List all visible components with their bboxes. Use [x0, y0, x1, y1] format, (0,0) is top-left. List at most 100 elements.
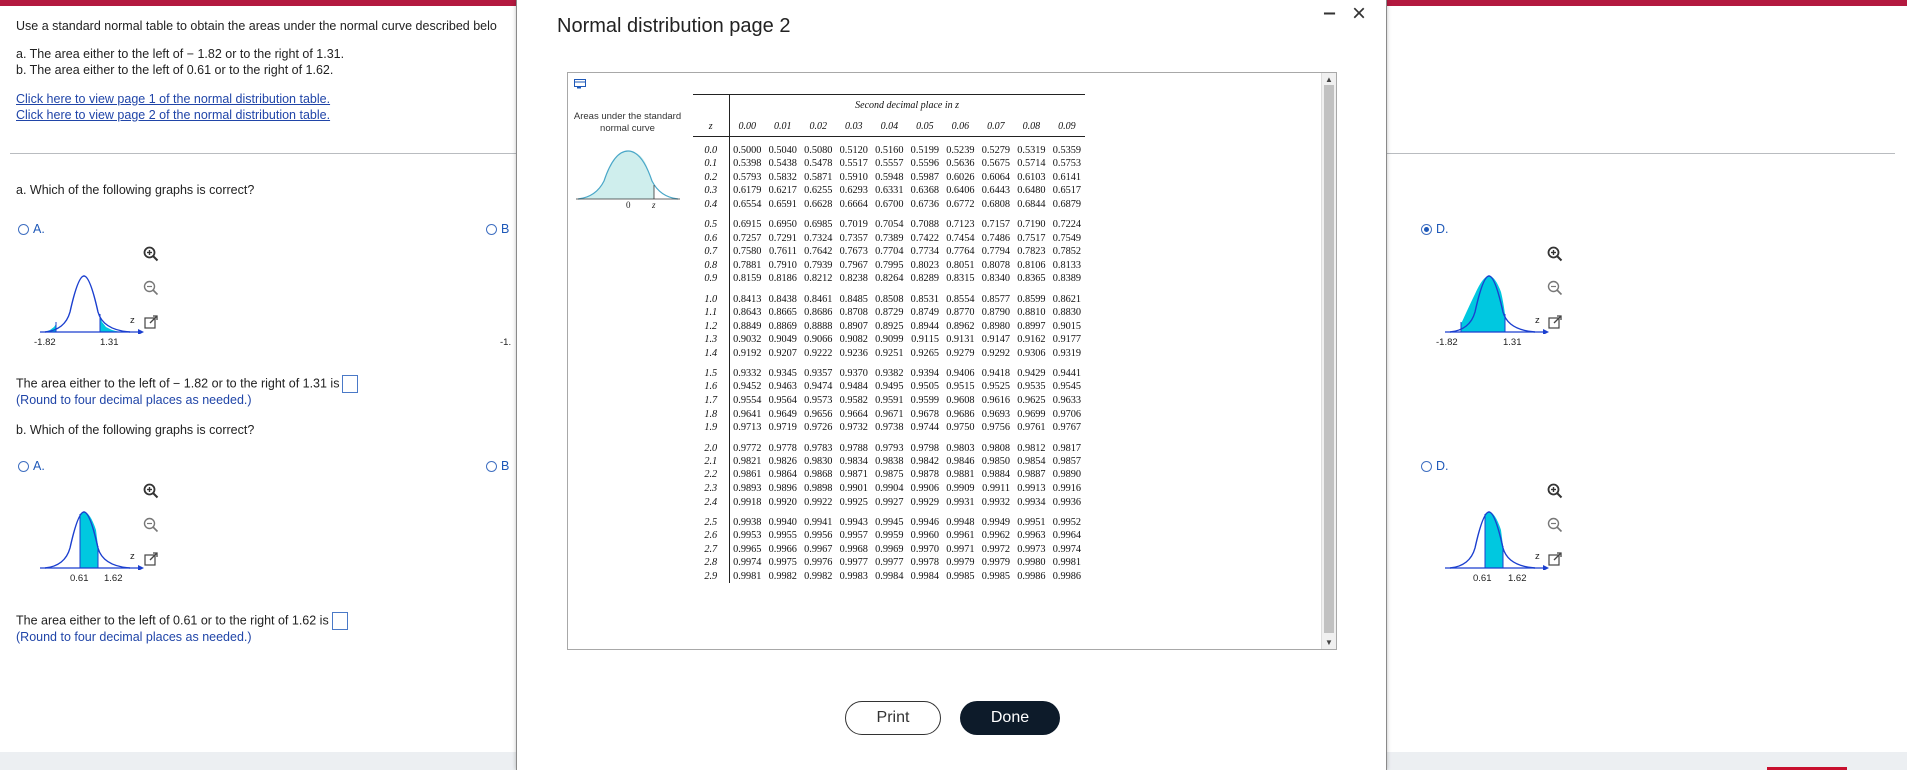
minimize-icon[interactable]: ‒ [1324, 2, 1335, 25]
option-b-radio-part-b[interactable]: B [486, 459, 509, 473]
table-cell: 0.9564 [768, 395, 797, 407]
table-cell: 0.9932 [981, 496, 1011, 508]
table-cell: 0.7389 [875, 232, 904, 244]
table-page1-link[interactable]: Click here to view page 1 of the normal … [16, 92, 330, 106]
graph-label-right: 1.31 [100, 337, 119, 348]
part-b-answer-input[interactable] [331, 612, 348, 630]
external-link-icon[interactable] [1544, 548, 1566, 570]
table-row: 1.3 0.9032 0.9049 0.9066 0.9082 0.9099 0.9115 0… [693, 332, 1085, 347]
scroll-up-icon[interactable]: ▲ [1325, 75, 1333, 84]
graph-label-left: -1.82 [34, 337, 56, 348]
table-cell: 0.8810 [1017, 307, 1046, 319]
zoom-out-icon[interactable] [140, 514, 162, 536]
table-cell: 0.6217 [768, 185, 797, 197]
radio-circle[interactable] [18, 223, 29, 235]
z-value-cell: 0.6 [693, 231, 730, 245]
z-value-cell: 0.4 [693, 197, 730, 212]
table-cell: 0.9406 [946, 368, 975, 380]
radio-circle[interactable] [486, 460, 497, 472]
table-cell: 0.9032 [733, 334, 762, 346]
table-page2-link[interactable]: Click here to view page 2 of the normal … [16, 108, 330, 122]
table-cell: 0.7123 [946, 219, 975, 231]
z-value-cell: 1.3 [693, 332, 730, 347]
zoom-out-icon[interactable] [1544, 514, 1566, 536]
print-button[interactable]: Print [845, 701, 941, 735]
table-cell: 0.9418 [981, 368, 1011, 380]
z-value-cell: 1.4 [693, 346, 730, 361]
external-link-icon[interactable] [1544, 311, 1566, 333]
zoom-in-icon[interactable] [1544, 243, 1566, 265]
z-value-cell: 1.8 [693, 407, 730, 421]
table-cell: 0.6517 [1052, 185, 1082, 197]
z-value-cell: 0.0 [693, 136, 730, 157]
table-row: 1.6 0.9452 0.9463 0.9474 0.9484 0.9495 0.9505 0… [693, 380, 1085, 394]
table-cell: 0.9948 [946, 516, 975, 528]
z-column-header: z [693, 116, 730, 137]
table-cell: 0.9934 [1017, 496, 1046, 508]
table-icon[interactable] [574, 79, 586, 89]
table-cell: 0.9929 [910, 496, 939, 508]
external-link-icon[interactable] [140, 548, 162, 570]
option-label: B [501, 222, 510, 236]
z-value-cell: 2.7 [693, 542, 730, 557]
z-value-cell: 0.7 [693, 244, 730, 259]
table-cell: 0.9927 [875, 496, 904, 508]
table-cell: 0.5120 [839, 145, 868, 156]
table-cell: 0.9719 [768, 422, 797, 434]
table-cell: 0.9983 [839, 570, 868, 582]
option-d-radio-part-a[interactable]: D. [1421, 222, 1449, 236]
table-row: 2.6 0.9953 0.9955 0.9956 0.9957 0.9959 0.9960 0… [693, 528, 1085, 543]
table-cell: 0.6026 [946, 171, 975, 183]
dialog-title: Normal distribution page 2 [557, 15, 791, 37]
table-cell: 0.9964 [1052, 530, 1082, 542]
zoom-in-icon[interactable] [140, 480, 162, 502]
table-cell: 0.6844 [1017, 199, 1046, 211]
radio-circle[interactable] [18, 460, 29, 472]
table-cell: 0.9332 [733, 368, 762, 380]
table-cell: 0.9693 [981, 408, 1011, 420]
table-row: 2.3 0.9893 0.9896 0.9898 0.9901 0.9904 0.9906 0… [693, 481, 1085, 496]
table-cell: 0.9495 [875, 381, 904, 393]
table-cell: 0.8643 [733, 307, 762, 319]
table-cell: 0.9956 [804, 530, 833, 542]
scroll-down-icon[interactable]: ▼ [1325, 638, 1333, 647]
table-cell: 0.9664 [839, 408, 868, 420]
table-cell: 0.9904 [875, 482, 904, 494]
table-cell: 0.9306 [1017, 347, 1046, 359]
table-cell: 0.8599 [1017, 293, 1046, 305]
z-value-cell: 0.2 [693, 170, 730, 185]
radio-circle-selected[interactable] [1421, 223, 1432, 235]
table-cell: 0.9817 [1052, 442, 1082, 454]
z-value-cell: 2.3 [693, 481, 730, 496]
table-cell: 0.9761 [1017, 422, 1046, 434]
table-cell: 0.9945 [875, 516, 904, 528]
option-a-radio-part-b[interactable]: A. [18, 459, 45, 473]
table-cell: 0.8508 [875, 293, 904, 305]
option-a-radio-part-a[interactable]: A. [18, 222, 45, 236]
radio-circle[interactable] [486, 223, 497, 235]
close-icon[interactable]: × [1352, 0, 1366, 28]
table-cell: 0.9192 [733, 347, 762, 359]
table-cell: 0.5793 [733, 171, 762, 183]
zoom-out-icon[interactable] [1544, 277, 1566, 299]
zoom-out-icon[interactable] [140, 277, 162, 299]
table-cell: 0.6255 [804, 185, 833, 197]
table-cell: 0.6179 [733, 185, 762, 197]
graph-label-z: z [130, 315, 135, 326]
table-viewer[interactable]: Areas under the standard normal curve 0 … [567, 72, 1337, 650]
done-button[interactable]: Done [960, 701, 1060, 735]
zoom-in-icon[interactable] [1544, 480, 1566, 502]
zoom-in-icon[interactable] [140, 243, 162, 265]
table-cell: 0.9484 [839, 381, 868, 393]
part-a-answer-input[interactable] [342, 375, 359, 393]
graph-label-right: 1.62 [1508, 573, 1527, 584]
table-cell: 0.8289 [910, 273, 939, 285]
radio-circle[interactable] [1421, 460, 1432, 472]
scrollbar-thumb[interactable] [1324, 85, 1334, 633]
table-cell: 0.9803 [946, 442, 975, 454]
table-cell: 0.5359 [1052, 145, 1082, 156]
option-b-radio-part-a[interactable]: B [486, 222, 509, 236]
external-link-icon[interactable] [140, 311, 162, 333]
scrollbar[interactable]: ▲ ▼ [1321, 73, 1336, 649]
option-d-radio-part-b[interactable]: D. [1421, 459, 1449, 473]
